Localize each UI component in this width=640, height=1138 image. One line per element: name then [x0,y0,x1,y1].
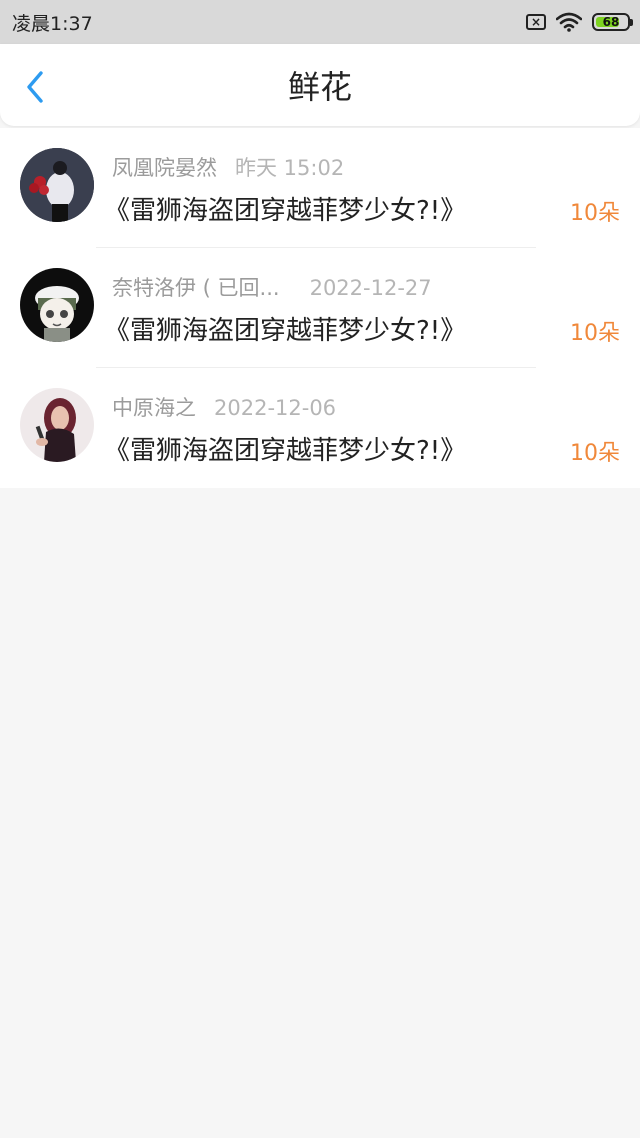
avatar[interactable] [20,148,94,222]
flower-count: 10朵 [570,441,620,466]
list-item[interactable]: 中原海之 2022-12-06 《雷狮海盗团穿越菲梦少女?!》 10朵 [0,368,640,488]
battery-icon: 68 [592,13,633,31]
timestamp: 昨天 15:02 [235,156,345,180]
chevron-left-icon [27,71,43,103]
status-icons: × 68 [526,12,633,32]
battery-level: 68 [602,15,620,29]
user-name[interactable]: 凤凰院晏然 [112,152,217,182]
user-name[interactable]: 中原海之 [112,392,196,422]
item-meta: 奈特洛伊 ( 已回... 2022-12-27 [112,272,432,302]
status-time: 凌晨1:37 [12,12,93,35]
wifi-icon [556,12,582,32]
page-title: 鲜花 [287,68,352,106]
flower-count: 10朵 [570,321,620,346]
book-title[interactable]: 《雷狮海盗团穿越菲梦少女?!》 [104,430,466,467]
status-bar: 凌晨1:37 × 68 [0,0,640,44]
user-name[interactable]: 奈特洛伊 ( 已回... [112,272,280,302]
avatar[interactable] [20,268,94,342]
sim-x-icon: × [526,14,546,30]
timestamp: 2022-12-27 [309,276,432,300]
back-button[interactable] [18,70,52,104]
list-item[interactable]: 凤凰院晏然 昨天 15:02 《雷狮海盗团穿越菲梦少女?!》 10朵 [0,128,640,248]
top-navbar: 鲜花 [0,44,640,126]
flower-list: 凤凰院晏然 昨天 15:02 《雷狮海盗团穿越菲梦少女?!》 10朵 奈特洛伊 … [0,128,640,488]
list-item[interactable]: 奈特洛伊 ( 已回... 2022-12-27 《雷狮海盗团穿越菲梦少女?!》 … [0,248,640,368]
book-title[interactable]: 《雷狮海盗团穿越菲梦少女?!》 [104,310,466,347]
item-meta: 中原海之 2022-12-06 [112,392,336,422]
timestamp: 2022-12-06 [214,396,337,420]
book-title[interactable]: 《雷狮海盗团穿越菲梦少女?!》 [104,190,466,227]
flower-count: 10朵 [570,201,620,226]
item-meta: 凤凰院晏然 昨天 15:02 [112,152,344,182]
avatar[interactable] [20,388,94,462]
